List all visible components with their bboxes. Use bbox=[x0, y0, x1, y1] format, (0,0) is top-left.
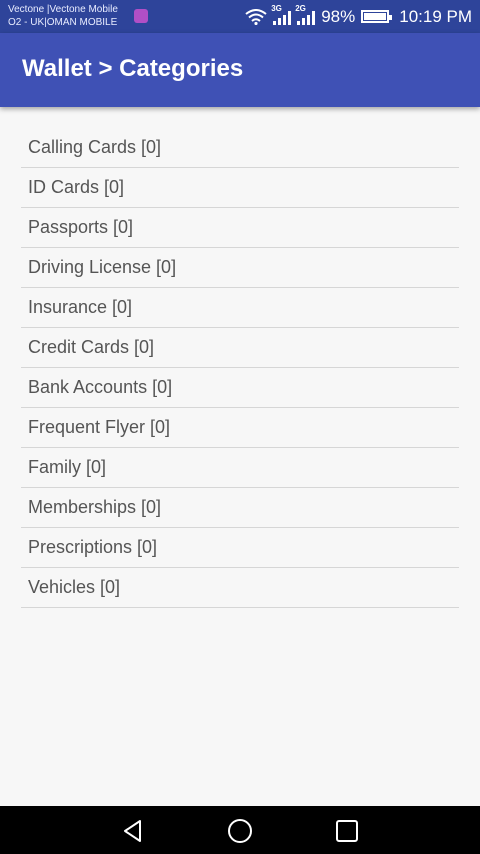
clock: 10:19 PM bbox=[399, 6, 472, 26]
category-item[interactable]: Prescriptions [0] bbox=[21, 528, 459, 568]
sim1-network-type: 3G bbox=[271, 3, 282, 13]
wifi-icon bbox=[245, 8, 267, 25]
battery-percent: 98% bbox=[321, 6, 356, 26]
category-item[interactable]: Passports [0] bbox=[21, 208, 459, 248]
page-title: Wallet > Categories bbox=[22, 55, 244, 82]
notification-icon bbox=[134, 9, 148, 23]
back-icon[interactable] bbox=[120, 818, 146, 844]
category-item[interactable]: Calling Cards [0] bbox=[21, 128, 459, 168]
category-list: Calling Cards [0] ID Cards [0] Passports [… bbox=[21, 128, 459, 608]
navigation-bar bbox=[0, 806, 480, 854]
category-item[interactable]: Insurance [0] bbox=[21, 288, 459, 328]
category-item[interactable]: Vehicles [0] bbox=[21, 568, 459, 608]
battery-fill bbox=[364, 13, 386, 20]
sim2-signal-icon: 2G bbox=[295, 4, 316, 25]
category-item[interactable]: Frequent Flyer [0] bbox=[21, 408, 459, 448]
recent-apps-icon[interactable] bbox=[334, 818, 360, 844]
sim1-signal-icon: 3G bbox=[271, 4, 292, 25]
app-bar: Wallet > Categories bbox=[0, 33, 480, 107]
sim2-network-type: 2G bbox=[295, 3, 306, 13]
status-bar: Vectone |Vectone Mobile O2 - UK|OMAN MOB… bbox=[0, 0, 480, 33]
carrier-line-1: Vectone |Vectone Mobile bbox=[8, 4, 118, 15]
category-item[interactable]: ID Cards [0] bbox=[21, 168, 459, 208]
status-indicators: 3G 2G 98% 10:19 PM bbox=[245, 0, 472, 33]
carrier-info: Vectone |Vectone Mobile O2 - UK|OMAN MOB… bbox=[8, 3, 118, 29]
category-item[interactable]: Family [0] bbox=[21, 448, 459, 488]
home-icon[interactable] bbox=[227, 818, 253, 844]
category-item[interactable]: Bank Accounts [0] bbox=[21, 368, 459, 408]
battery-icon bbox=[361, 10, 393, 23]
carrier-line-2: O2 - UK|OMAN MOBILE bbox=[8, 17, 118, 28]
category-item[interactable]: Memberships [0] bbox=[21, 488, 459, 528]
category-item[interactable]: Driving License [0] bbox=[21, 248, 459, 288]
category-item[interactable]: Credit Cards [0] bbox=[21, 328, 459, 368]
